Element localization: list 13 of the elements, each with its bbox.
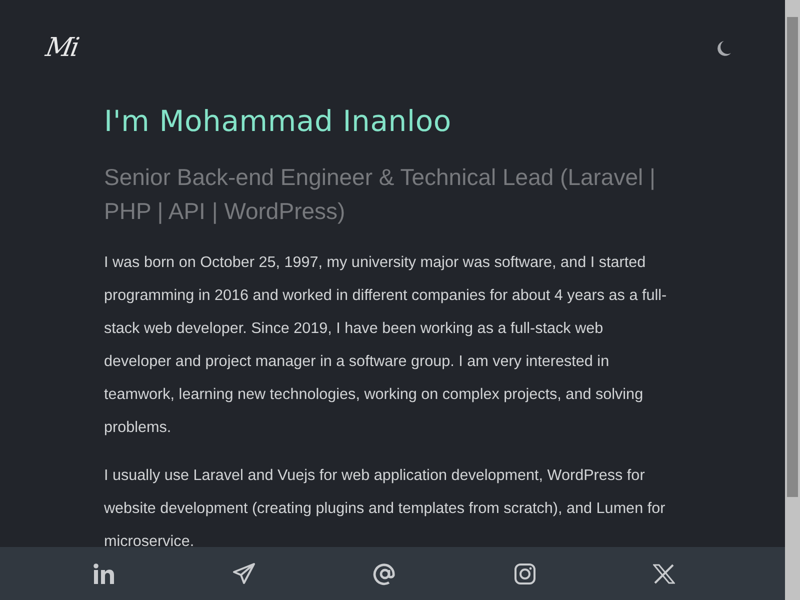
instagram-icon[interactable] — [514, 562, 536, 586]
scrollbar[interactable] — [785, 0, 800, 600]
paragraph: I usually use Laravel and Vuejs for web application development, WordPress for website development (creating plugins and templates from scratch), and Lumen for microservice. — [104, 466, 666, 552]
page-title: I'm Mohammad Inanloo — [104, 104, 452, 138]
scrollbar-thumb[interactable] — [787, 17, 798, 497]
subtitle: Senior Back-end Engineer & Technical Lead (Laravel | PHP | API | WordPress) — [104, 163, 656, 226]
moon-icon[interactable] — [717, 40, 731, 56]
paper-plane-icon[interactable] — [232, 562, 256, 586]
paragraph: I was born on October 25, 1997, my university major was software, and I started programming in 2016 and worked in different companies for about 4 years as a full-stack web developer. Since 2019, I have been working as a full-stack web developer and project manager in a software group. I am very interested in teamwork, learning new technologies, working on complex projects, and solving problems. — [104, 253, 668, 438]
x-logo-icon[interactable] — [653, 562, 675, 586]
logo[interactable]: Mi — [43, 33, 80, 63]
at-sign-icon[interactable] — [373, 562, 397, 586]
linkedin-icon[interactable] — [93, 562, 115, 586]
